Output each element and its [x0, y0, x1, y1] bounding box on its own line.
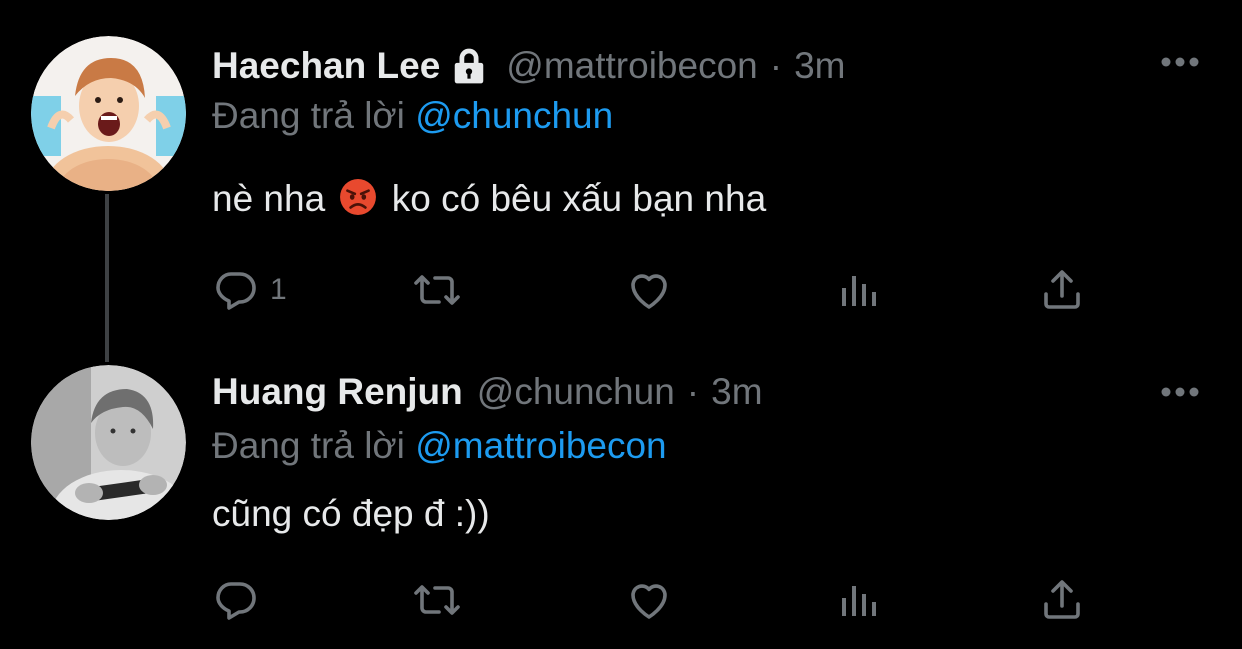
separator-dot: ·	[686, 371, 700, 412]
timestamp[interactable]: 3m	[711, 370, 762, 414]
views-icon	[842, 276, 876, 306]
tweet-text-part: nè nha	[212, 178, 326, 219]
angry-face-icon	[339, 178, 377, 216]
views-icon	[842, 586, 876, 616]
tweet-header: Huang Renjun @chunchun · 3m	[212, 370, 763, 414]
author-name[interactable]: Haechan Lee	[212, 44, 440, 88]
tweet-actions: 1	[212, 265, 1212, 315]
like-button[interactable]	[625, 265, 673, 315]
tweet-text-part: ko có bêu xấu bạn nha	[391, 178, 767, 219]
more-options-button[interactable]	[1160, 55, 1200, 69]
reply-count: 1	[270, 273, 287, 306]
reply-icon	[216, 582, 256, 620]
replying-to: Đang trả lời @chunchun	[212, 94, 613, 138]
share-button[interactable]	[1038, 265, 1086, 315]
retweet-icon	[414, 585, 460, 615]
avatar-photo	[31, 36, 186, 191]
avatar-photo	[31, 365, 186, 520]
more-horizontal-icon	[1161, 387, 1199, 397]
conversation-thread: Haechan Lee @mattroibecon · 3m Đang trả …	[0, 0, 1242, 649]
like-icon	[631, 584, 667, 619]
replying-to: Đang trả lời @mattroibecon	[212, 424, 667, 468]
views-button[interactable]	[834, 575, 882, 625]
replying-prefix: Đang trả lời	[212, 95, 405, 136]
author-handle[interactable]: @chunchun	[477, 370, 675, 414]
share-icon	[1044, 270, 1080, 309]
reply-icon	[216, 272, 256, 310]
tweet-renjun[interactable]: Huang Renjun @chunchun · 3m Đang trả lời…	[0, 340, 1242, 649]
views-button[interactable]	[834, 265, 882, 315]
replying-to-link[interactable]: @mattroibecon	[415, 425, 666, 466]
tweet-header: Haechan Lee @mattroibecon · 3m	[212, 44, 845, 88]
avatar[interactable]	[31, 36, 186, 191]
retweet-icon	[414, 275, 460, 305]
separator-dot: ·	[769, 45, 783, 86]
reply-button[interactable]	[212, 575, 260, 625]
reply-button[interactable]: 1	[212, 265, 287, 315]
like-button[interactable]	[625, 575, 673, 625]
more-options-button[interactable]	[1160, 385, 1200, 399]
like-icon	[631, 274, 667, 309]
share-icon	[1044, 580, 1080, 619]
more-horizontal-icon	[1161, 57, 1199, 67]
replying-prefix: Đang trả lời	[212, 425, 405, 466]
thread-connector-line	[105, 194, 109, 362]
share-button[interactable]	[1038, 575, 1086, 625]
tweet-text: nè nha ko có bêu xấu bạn nha	[212, 176, 766, 222]
tweet-text: cũng có đẹp đ :))	[212, 493, 490, 534]
timestamp[interactable]: 3m	[794, 44, 845, 88]
author-name[interactable]: Huang Renjun	[212, 370, 463, 414]
tweet-haechan[interactable]: Haechan Lee @mattroibecon · 3m Đang trả …	[0, 0, 1242, 362]
lock-icon	[450, 46, 488, 86]
tweet-actions	[212, 575, 1212, 625]
retweet-button[interactable]	[413, 265, 461, 315]
replying-to-link[interactable]: @chunchun	[415, 95, 613, 136]
avatar[interactable]	[31, 365, 186, 520]
author-handle[interactable]: @mattroibecon	[506, 44, 757, 88]
retweet-button[interactable]	[413, 575, 461, 625]
